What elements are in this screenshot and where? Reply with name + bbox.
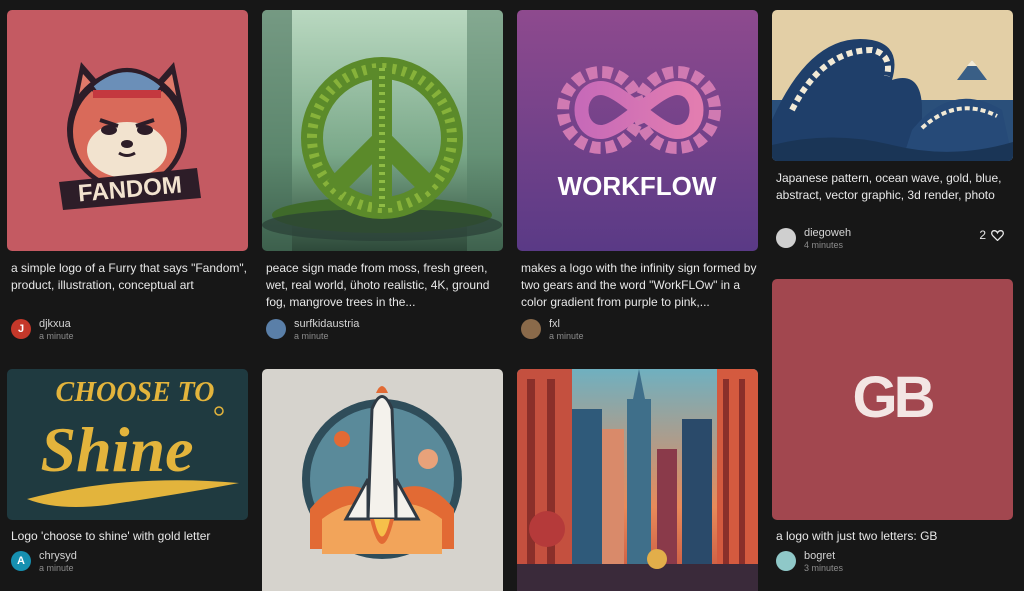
avatar[interactable] [776,551,796,571]
card-author[interactable]: diegoweh 4 minutes 2 [776,227,1012,252]
avatar[interactable]: J [11,319,31,339]
avatar[interactable] [521,319,541,339]
card-author[interactable]: J djkxua a minute [11,318,247,343]
image-card[interactable]: CHOOSE TO Shine Logo 'choose to shine' w… [7,369,248,591]
avatar[interactable]: A [11,551,31,571]
like-count: 2 [979,228,986,242]
workflow-logo-text: WORKFLOW [558,171,717,201]
card-prompt: Logo 'choose to shine' with gold letter [11,529,211,543]
gb-logo-text: GB [853,365,934,430]
card-image[interactable] [517,369,758,591]
card-author[interactable]: bogret 3 minutes [776,550,1012,575]
card-prompt: a logo with just two letters: GB [776,529,938,543]
card-image[interactable] [262,369,503,591]
card-prompt: Japanese pattern, ocean wave, gold, blue… [776,171,1002,202]
username[interactable]: diegoweh [804,227,851,239]
username[interactable]: fxl [549,318,560,330]
heart-icon[interactable] [991,229,1004,241]
image-card[interactable]: GB a logo with just two letters: GB bogr… [772,279,1013,591]
like-button[interactable]: 2 [979,228,1004,242]
card-image[interactable]: GB [772,279,1013,520]
card-prompt: a simple logo of a Furry that says "Fand… [11,261,247,292]
timestamp: a minute [39,331,74,341]
card-prompt: makes a logo with the infinity sign form… [521,261,757,309]
card-image[interactable]: WORKFLOW [517,10,758,251]
shine-logo-main-text: Shine [41,414,194,485]
card-image[interactable]: FANDOM [7,10,248,251]
image-card[interactable]: Japanese pattern, ocean wave, gold, blue… [772,10,1013,255]
card-author[interactable]: surfkidaustria a minute [266,318,502,343]
timestamp: a minute [39,563,74,573]
shine-logo-top-text: CHOOSE TO [56,377,215,408]
image-card[interactable]: WORKFLOW makes a logo with the infinity … [517,10,758,345]
card-author[interactable]: fxl a minute [521,318,757,343]
image-card[interactable]: peace sign made from moss, fresh green, … [262,10,503,345]
timestamp: 4 minutes [804,240,844,250]
avatar[interactable] [266,319,286,339]
timestamp: a minute [549,331,584,341]
image-card[interactable] [262,369,503,591]
username[interactable]: chrysyd [39,550,77,562]
card-image[interactable] [262,10,503,251]
avatar[interactable] [776,228,796,248]
card-image[interactable] [772,10,1013,161]
image-card[interactable]: FANDOM a simple logo of a Furry that say… [7,10,248,345]
username[interactable]: surfkidaustria [294,318,359,330]
card-prompt: peace sign made from moss, fresh green, … [266,261,490,309]
username[interactable]: bogret [804,550,835,562]
username[interactable]: djkxua [39,318,71,330]
timestamp: 3 minutes [804,563,844,573]
timestamp: a minute [294,331,329,341]
card-author[interactable]: A chrysyd a minute [11,550,247,575]
card-image[interactable]: CHOOSE TO Shine [7,369,248,520]
image-card[interactable] [517,369,758,591]
